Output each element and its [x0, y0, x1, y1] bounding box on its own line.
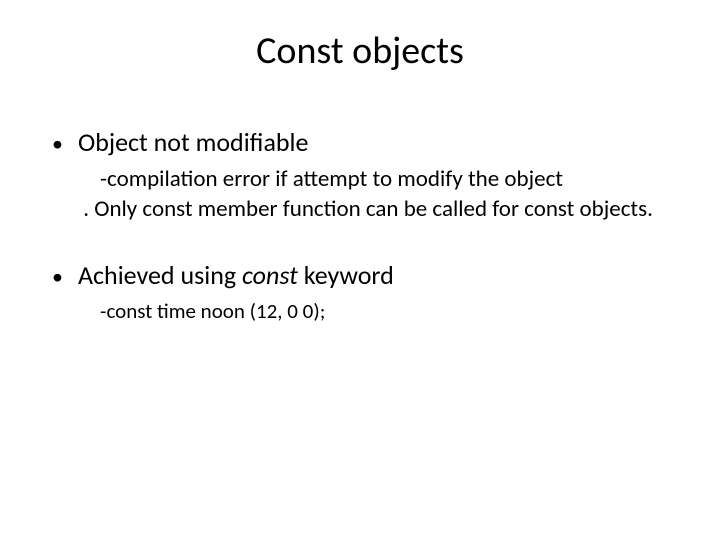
bullet-text: Object not modifiable: [78, 126, 668, 159]
bullet-text-italic: const: [242, 259, 298, 291]
bullet-dot-icon: [52, 259, 78, 292]
slide-title: Const objects: [52, 28, 668, 74]
dash-icon: -: [100, 165, 107, 195]
bullet-text: Achieved using const keyword: [78, 259, 668, 292]
sub-line-2: . Only const member function can be call…: [52, 195, 668, 225]
bullet-text-before: Achieved using: [78, 259, 242, 291]
bullet-text-after: keyword: [298, 259, 394, 291]
bullet-item: Object not modifiable: [52, 126, 668, 159]
bullet-subtext: -compilation error if attempt to modify …: [100, 165, 668, 225]
bullet-dot-icon: [52, 126, 78, 159]
sub-line-1: compilation error if attempt to modify t…: [107, 165, 563, 193]
slide: Const objects Object not modifiable -com…: [0, 0, 720, 540]
bullet-subtext: -const time noon (12, 0 0);: [100, 298, 668, 325]
bullet-item: Achieved using const keyword: [52, 259, 668, 292]
slide-content: Object not modifiable -compilation error…: [52, 126, 668, 326]
sub2-text: const time noon (12, 0 0);: [106, 298, 325, 324]
